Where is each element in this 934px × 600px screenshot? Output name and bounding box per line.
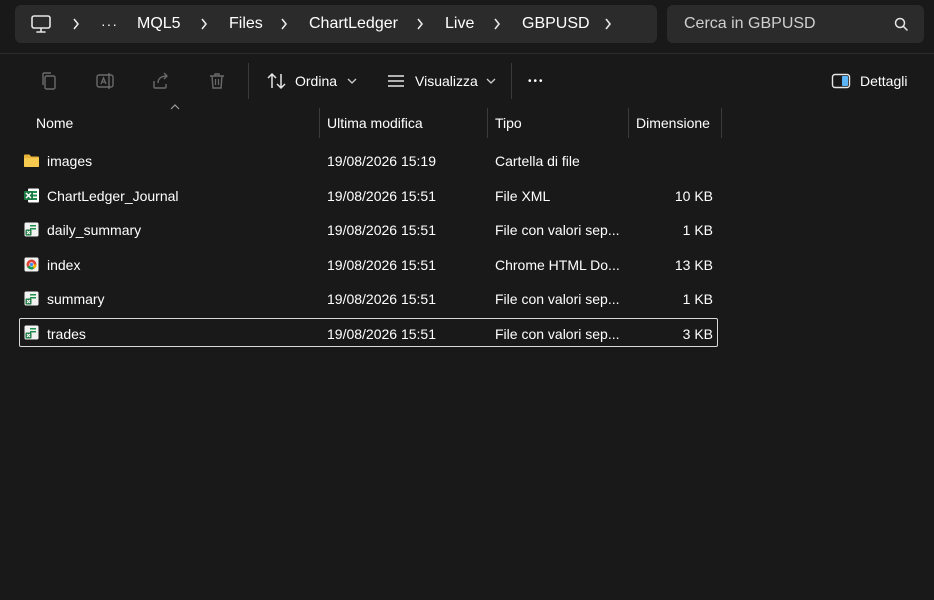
file-name: summary	[47, 290, 105, 307]
column-header-modified[interactable]: Ultima modifica	[327, 108, 423, 138]
chevron-right-icon[interactable]	[280, 18, 288, 30]
file-type: Chrome HTML Do...	[495, 256, 620, 273]
csv-file-icon	[24, 291, 39, 306]
file-type: Cartella di file	[495, 152, 580, 169]
column-header-name[interactable]: Nome	[36, 108, 73, 138]
chevron-right-icon[interactable]	[200, 18, 208, 30]
search-input[interactable]: Cerca in GBPUSD	[684, 5, 816, 43]
this-pc-icon[interactable]	[30, 14, 52, 34]
file-type: File XML	[495, 187, 551, 204]
chevron-right-icon[interactable]	[416, 18, 424, 30]
view-list-icon	[388, 75, 404, 87]
file-row[interactable]: index 19/08/2026 15:51 Chrome HTML Do...…	[19, 250, 718, 279]
column-divider[interactable]	[721, 108, 722, 138]
rename-icon[interactable]	[95, 71, 115, 91]
sort-button[interactable]: Ordina	[266, 64, 357, 98]
column-divider[interactable]	[628, 108, 629, 138]
toolbar-top-border	[0, 53, 934, 54]
chrome-html-icon	[24, 257, 39, 272]
column-divider[interactable]	[487, 108, 488, 138]
address-bar[interactable]: ··· MQL5 Files ChartLedger Live GBPUSD	[15, 5, 657, 43]
file-modified: 19/08/2026 15:51	[327, 187, 436, 204]
file-row-selected[interactable]: trades 19/08/2026 15:51 File con valori …	[19, 318, 718, 347]
chevron-down-icon	[347, 78, 357, 84]
column-divider[interactable]	[319, 108, 320, 138]
file-row[interactable]: summary 19/08/2026 15:51 File con valori…	[19, 284, 718, 313]
excel-file-icon	[24, 188, 39, 203]
breadcrumb-item-chartledger[interactable]: ChartLedger	[309, 5, 398, 43]
breadcrumb-item-mql5[interactable]: MQL5	[137, 5, 181, 43]
csv-file-icon	[24, 325, 39, 340]
file-type: File con valori sep...	[495, 325, 620, 342]
search-box[interactable]: Cerca in GBPUSD	[667, 5, 924, 43]
file-size: 3 KB	[682, 325, 713, 342]
sort-icon	[267, 72, 286, 90]
file-size: 1 KB	[682, 290, 713, 307]
file-row[interactable]: images 19/08/2026 15:19 Cartella di file	[19, 146, 718, 175]
breadcrumb-item-live[interactable]: Live	[445, 5, 474, 43]
sort-label: Ordina	[295, 73, 338, 89]
details-pane-button[interactable]: Dettagli	[831, 64, 907, 98]
file-modified: 19/08/2026 15:51	[327, 256, 436, 273]
column-header-type[interactable]: Tipo	[495, 108, 522, 138]
copy-icon[interactable]	[39, 71, 59, 91]
file-modified: 19/08/2026 15:51	[327, 325, 436, 342]
delete-icon[interactable]	[207, 71, 227, 91]
file-row[interactable]: daily_summary 19/08/2026 15:51 File con …	[19, 215, 718, 244]
chevron-right-icon[interactable]	[493, 18, 501, 30]
folder-icon	[24, 154, 39, 167]
file-name: trades	[47, 325, 86, 342]
chevron-right-icon[interactable]	[604, 18, 612, 30]
file-size: 10 KB	[674, 187, 713, 204]
breadcrumb-item-gbpusd[interactable]: GBPUSD	[522, 5, 590, 43]
csv-file-icon	[24, 222, 39, 237]
view-label: Visualizza	[415, 73, 478, 89]
column-header-size[interactable]: Dimensione	[636, 108, 710, 138]
share-icon[interactable]	[151, 71, 171, 91]
breadcrumb-item-files[interactable]: Files	[229, 5, 263, 43]
more-options-button[interactable]: •••	[528, 64, 545, 98]
file-type: File con valori sep...	[495, 221, 620, 238]
view-button[interactable]: Visualizza	[386, 64, 496, 98]
chevron-down-icon	[486, 78, 496, 84]
file-name: daily_summary	[47, 221, 142, 238]
sort-ascending-icon	[170, 104, 180, 110]
details-pane-icon	[831, 73, 851, 89]
file-modified: 19/08/2026 15:51	[327, 221, 436, 238]
file-modified: 19/08/2026 15:51	[327, 290, 436, 307]
file-type: File con valori sep...	[495, 290, 620, 307]
file-name: index	[47, 256, 81, 273]
file-row[interactable]: ChartLedger_Journal 19/08/2026 15:51 Fil…	[19, 181, 718, 210]
file-name: ChartLedger_Journal	[47, 187, 179, 204]
toolbar-divider	[511, 63, 512, 99]
breadcrumb-overflow[interactable]: ···	[101, 5, 118, 43]
search-icon[interactable]	[894, 17, 908, 31]
file-name: images	[47, 152, 93, 169]
file-modified: 19/08/2026 15:19	[327, 152, 436, 169]
details-label: Dettagli	[860, 73, 908, 89]
toolbar-divider	[248, 63, 249, 99]
chevron-right-icon[interactable]	[72, 18, 80, 30]
file-size: 13 KB	[674, 256, 713, 273]
file-size: 1 KB	[682, 221, 713, 238]
